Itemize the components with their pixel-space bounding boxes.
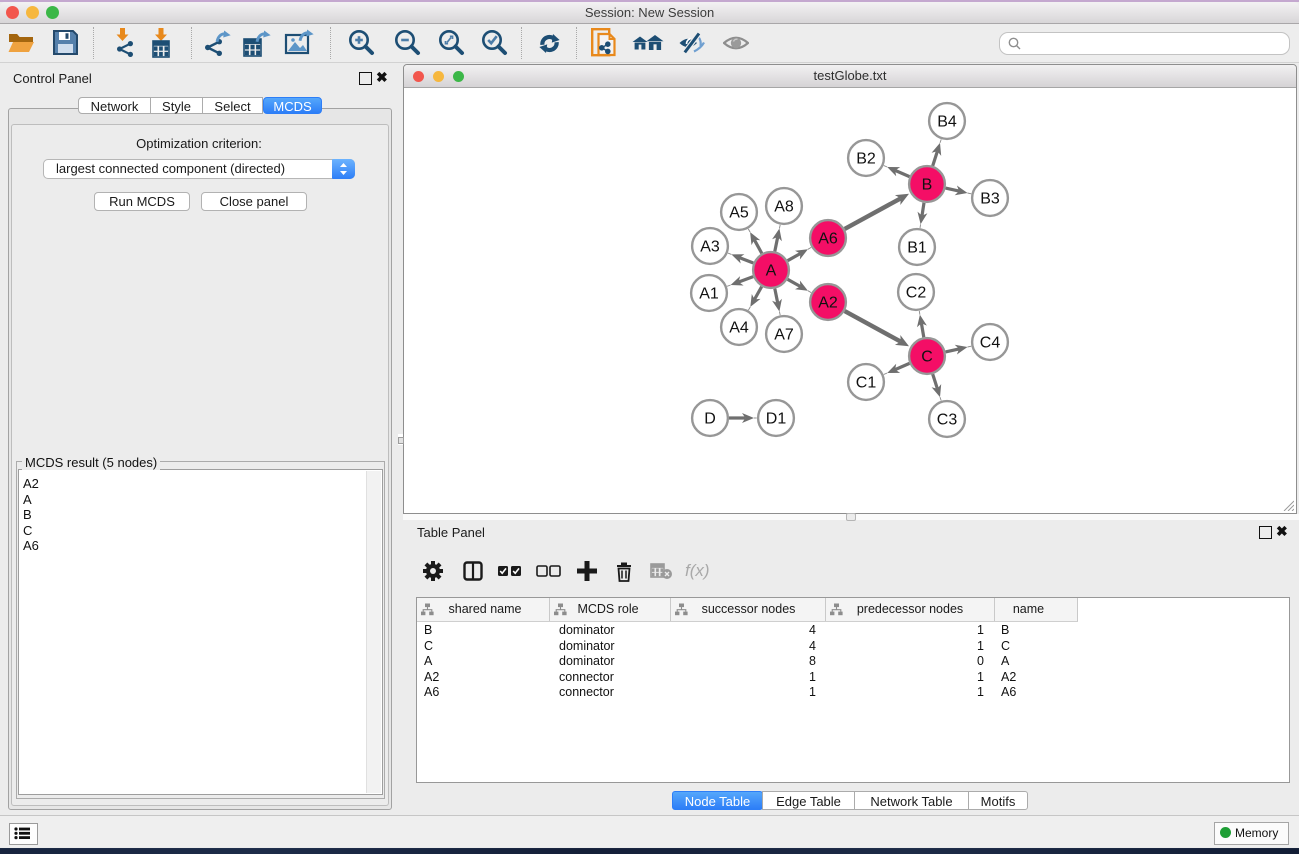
svg-text:D: D xyxy=(704,411,716,428)
svg-text:D1: D1 xyxy=(766,411,787,428)
svg-text:C3: C3 xyxy=(937,412,958,429)
svg-text:f(x): f(x) xyxy=(685,561,710,580)
svg-text:C: C xyxy=(921,349,933,366)
svg-text:B1: B1 xyxy=(907,240,927,257)
svg-text:A: A xyxy=(766,263,777,280)
svg-text:A6: A6 xyxy=(818,231,838,248)
svg-text:A8: A8 xyxy=(774,199,794,216)
svg-text:B: B xyxy=(922,177,933,194)
svg-text:B4: B4 xyxy=(937,114,957,131)
svg-text:B3: B3 xyxy=(980,191,1000,208)
svg-text:C4: C4 xyxy=(980,335,1001,352)
svg-text:A3: A3 xyxy=(700,239,720,256)
svg-text:A5: A5 xyxy=(729,205,749,222)
svg-text:A4: A4 xyxy=(729,320,749,337)
svg-text:A7: A7 xyxy=(774,327,794,344)
svg-text:B2: B2 xyxy=(856,151,876,168)
svg-text:C1: C1 xyxy=(856,375,877,392)
svg-text:A1: A1 xyxy=(699,286,719,303)
svg-text:C2: C2 xyxy=(906,285,927,302)
svg-text:A2: A2 xyxy=(818,295,838,312)
